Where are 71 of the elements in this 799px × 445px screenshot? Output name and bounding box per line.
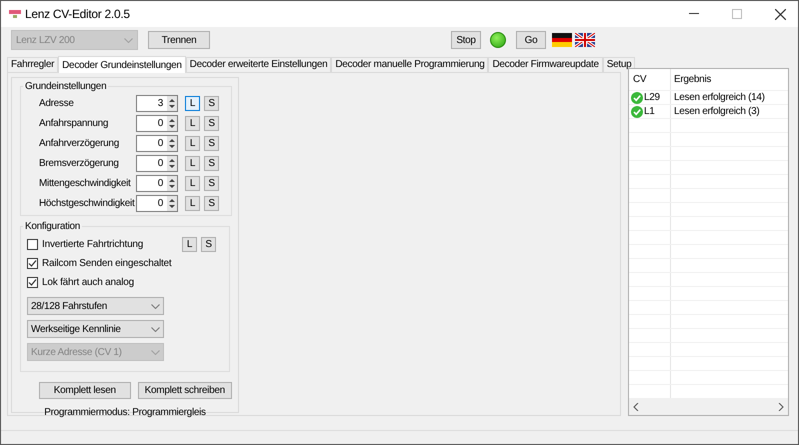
small-button[interactable]: L [182,237,197,252]
field-label: Anfahrverzögerung [39,136,120,150]
tab[interactable]: Decoder manuelle Programmierung [331,57,488,72]
number-spinner[interactable]: 0 [136,154,178,172]
column-header[interactable]: CV [629,69,671,90]
small-button[interactable]: L [185,176,200,190]
group-title: Konfiguration [24,220,82,234]
small-button[interactable]: L [185,116,200,130]
small-button[interactable]: L [185,96,200,110]
window-title: Lenz CV-Editor 2.0.5 [25,6,130,23]
field-label: Höchstgeschwindigkeit [39,196,136,210]
go-button[interactable]: Go [516,31,546,49]
action-button[interactable]: Komplett schreiben [138,382,232,399]
disconnect-button[interactable]: Trennen [148,31,210,49]
number-spinner[interactable]: 0 [136,194,178,212]
german-flag-icon[interactable] [552,33,572,47]
column-header[interactable]: Ergebnis [671,72,712,87]
mode-text: Programmiermodus: Programmiergleis [44,406,206,420]
dropdown[interactable]: Werkseitige Kennlinie [27,320,164,338]
small-button[interactable]: S [204,156,219,170]
checkbox[interactable] [27,277,38,288]
close-icon[interactable] [775,8,786,20]
field-label: Adresse [39,96,75,110]
field-label: Anfahrspannung [39,116,110,130]
spin-arrows-icon[interactable] [167,156,177,170]
spin-arrows-icon[interactable] [167,176,177,190]
checkbox-label: Lok fährt auch analog [42,276,135,290]
number-spinner[interactable]: 0 [136,114,178,132]
checkmark-icon [631,92,643,104]
tab[interactable]: Fahrregler [7,57,58,72]
number-spinner[interactable]: 0 [136,134,178,152]
small-button[interactable]: L [185,136,200,150]
small-button[interactable]: S [201,237,216,252]
horizontal-scrollbar[interactable] [629,399,788,415]
minimize-icon[interactable] [689,13,699,15]
spin-arrows-icon[interactable] [167,116,177,130]
small-button[interactable]: S [204,196,219,210]
scroll-left-icon[interactable] [633,403,639,411]
group-title: Grundeinstellungen [24,80,108,94]
small-button[interactable]: S [204,176,219,190]
field-label: Bremsverzögerung [39,156,120,170]
checkbox-label: Invertierte Fahrtrichtung [42,238,144,252]
spin-arrows-icon[interactable] [167,136,177,150]
spin-arrows-icon[interactable] [167,96,177,110]
small-button[interactable]: S [204,96,219,110]
tab[interactable]: Decoder Firmwareupdate [488,57,603,72]
scroll-right-icon[interactable] [778,403,784,411]
action-button[interactable]: Komplett lesen [39,382,131,399]
tab[interactable]: Setup [602,57,636,72]
number-spinner[interactable]: 0 [136,174,178,192]
cv-cell-text: L1 [644,105,655,119]
tab[interactable]: Decoder erweiterte Einstellungen [186,57,332,72]
stop-button[interactable]: Stop [451,31,481,49]
small-button[interactable]: S [204,116,219,130]
checkmark-icon [631,106,643,118]
small-button[interactable]: L [185,196,200,210]
checkbox[interactable] [27,239,38,250]
tab[interactable]: Decoder Grundeinstellungen [58,56,186,73]
spin-arrows-icon[interactable] [167,196,177,210]
field-label: Mittengeschwindigkeit [39,176,132,190]
number-spinner[interactable]: 3 [136,94,178,112]
result-cell-text: Lesen erfolgreich (14) [673,91,765,105]
dropdown[interactable]: 28/128 Fahrstufen [27,297,164,315]
checkbox-label: Railcom Senden eingeschaltet [42,257,173,271]
checkbox[interactable] [27,258,38,269]
result-cell-text: Lesen erfolgreich (3) [673,105,760,119]
uk-flag-icon[interactable] [575,33,595,47]
app-logo-icon [9,9,21,19]
cv-cell-text: L29 [644,91,660,105]
small-button[interactable]: S [204,136,219,150]
small-button[interactable]: L [185,156,200,170]
